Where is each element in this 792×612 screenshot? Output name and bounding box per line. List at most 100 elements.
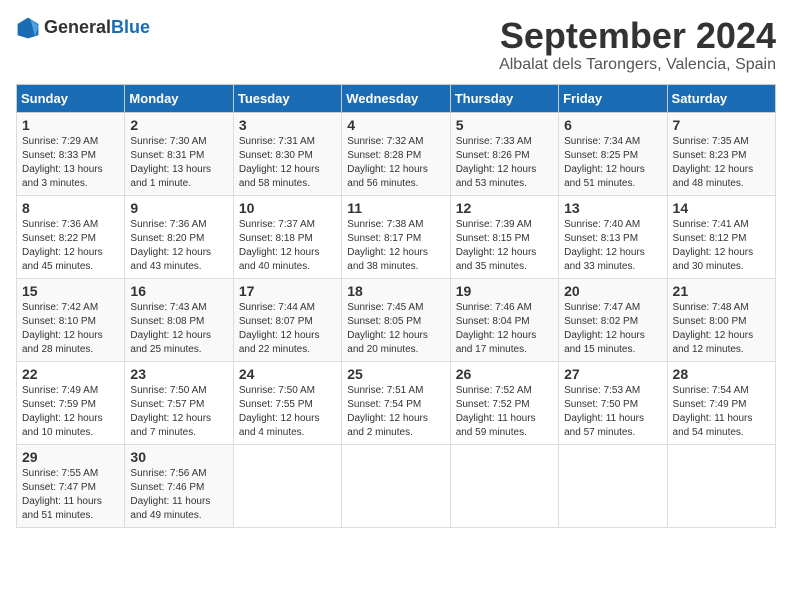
calendar-subtitle: Albalat dels Tarongers, Valencia, Spain (499, 56, 776, 74)
day-number: 24 (239, 366, 336, 382)
day-number: 22 (22, 366, 119, 382)
day-info: Sunrise: 7:33 AMSunset: 8:26 PMDaylight:… (456, 136, 537, 189)
table-row: 15 Sunrise: 7:42 AMSunset: 8:10 PMDaylig… (17, 278, 125, 361)
day-number: 20 (564, 283, 661, 299)
day-number: 17 (239, 283, 336, 299)
table-row: 19 Sunrise: 7:46 AMSunset: 8:04 PMDaylig… (450, 278, 558, 361)
table-row: 1 Sunrise: 7:29 AMSunset: 8:33 PMDayligh… (17, 112, 125, 195)
table-row: 17 Sunrise: 7:44 AMSunset: 8:07 PMDaylig… (233, 278, 341, 361)
day-info: Sunrise: 7:40 AMSunset: 8:13 PMDaylight:… (564, 219, 645, 272)
day-info: Sunrise: 7:45 AMSunset: 8:05 PMDaylight:… (347, 302, 428, 355)
day-info: Sunrise: 7:34 AMSunset: 8:25 PMDaylight:… (564, 136, 645, 189)
day-number: 12 (456, 200, 553, 216)
day-number: 15 (22, 283, 119, 299)
table-row: 14 Sunrise: 7:41 AMSunset: 8:12 PMDaylig… (667, 195, 775, 278)
day-number: 11 (347, 200, 444, 216)
table-row: 3 Sunrise: 7:31 AMSunset: 8:30 PMDayligh… (233, 112, 341, 195)
day-info: Sunrise: 7:50 AMSunset: 7:55 PMDaylight:… (239, 385, 320, 438)
calendar-title: September 2024 (499, 16, 776, 56)
day-info: Sunrise: 7:55 AMSunset: 7:47 PMDaylight:… (22, 468, 102, 521)
day-info: Sunrise: 7:35 AMSunset: 8:23 PMDaylight:… (673, 136, 754, 189)
day-number: 18 (347, 283, 444, 299)
day-info: Sunrise: 7:43 AMSunset: 8:08 PMDaylight:… (130, 302, 211, 355)
header: GeneralBlue September 2024 Albalat dels … (16, 16, 776, 74)
table-row: 12 Sunrise: 7:39 AMSunset: 8:15 PMDaylig… (450, 195, 558, 278)
day-info: Sunrise: 7:41 AMSunset: 8:12 PMDaylight:… (673, 219, 754, 272)
table-row (559, 444, 667, 527)
day-info: Sunrise: 7:39 AMSunset: 8:15 PMDaylight:… (456, 219, 537, 272)
table-row: 27 Sunrise: 7:53 AMSunset: 7:50 PMDaylig… (559, 361, 667, 444)
table-row: 30 Sunrise: 7:56 AMSunset: 7:46 PMDaylig… (125, 444, 233, 527)
table-row (233, 444, 341, 527)
day-number: 25 (347, 366, 444, 382)
table-row: 11 Sunrise: 7:38 AMSunset: 8:17 PMDaylig… (342, 195, 450, 278)
header-monday: Monday (125, 84, 233, 112)
table-row: 10 Sunrise: 7:37 AMSunset: 8:18 PMDaylig… (233, 195, 341, 278)
day-info: Sunrise: 7:56 AMSunset: 7:46 PMDaylight:… (130, 468, 210, 521)
header-thursday: Thursday (450, 84, 558, 112)
day-number: 1 (22, 117, 119, 133)
logo: GeneralBlue (16, 16, 150, 40)
day-info: Sunrise: 7:49 AMSunset: 7:59 PMDaylight:… (22, 385, 103, 438)
day-info: Sunrise: 7:50 AMSunset: 7:57 PMDaylight:… (130, 385, 211, 438)
calendar-week-row: 8 Sunrise: 7:36 AMSunset: 8:22 PMDayligh… (17, 195, 776, 278)
table-row: 24 Sunrise: 7:50 AMSunset: 7:55 PMDaylig… (233, 361, 341, 444)
day-info: Sunrise: 7:53 AMSunset: 7:50 PMDaylight:… (564, 385, 644, 438)
day-number: 8 (22, 200, 119, 216)
day-number: 7 (673, 117, 770, 133)
day-info: Sunrise: 7:44 AMSunset: 8:07 PMDaylight:… (239, 302, 320, 355)
calendar-table: Sunday Monday Tuesday Wednesday Thursday… (16, 84, 776, 528)
day-number: 13 (564, 200, 661, 216)
day-info: Sunrise: 7:52 AMSunset: 7:52 PMDaylight:… (456, 385, 536, 438)
table-row: 4 Sunrise: 7:32 AMSunset: 8:28 PMDayligh… (342, 112, 450, 195)
day-info: Sunrise: 7:31 AMSunset: 8:30 PMDaylight:… (239, 136, 320, 189)
table-row: 25 Sunrise: 7:51 AMSunset: 7:54 PMDaylig… (342, 361, 450, 444)
days-header-row: Sunday Monday Tuesday Wednesday Thursday… (17, 84, 776, 112)
table-row: 2 Sunrise: 7:30 AMSunset: 8:31 PMDayligh… (125, 112, 233, 195)
day-info: Sunrise: 7:54 AMSunset: 7:49 PMDaylight:… (673, 385, 753, 438)
day-info: Sunrise: 7:29 AMSunset: 8:33 PMDaylight:… (22, 136, 103, 189)
day-number: 26 (456, 366, 553, 382)
table-row: 29 Sunrise: 7:55 AMSunset: 7:47 PMDaylig… (17, 444, 125, 527)
table-row: 18 Sunrise: 7:45 AMSunset: 8:05 PMDaylig… (342, 278, 450, 361)
logo-general: GeneralBlue (44, 18, 150, 38)
table-row: 7 Sunrise: 7:35 AMSunset: 8:23 PMDayligh… (667, 112, 775, 195)
table-row: 21 Sunrise: 7:48 AMSunset: 8:00 PMDaylig… (667, 278, 775, 361)
table-row: 26 Sunrise: 7:52 AMSunset: 7:52 PMDaylig… (450, 361, 558, 444)
day-info: Sunrise: 7:48 AMSunset: 8:00 PMDaylight:… (673, 302, 754, 355)
header-friday: Friday (559, 84, 667, 112)
day-info: Sunrise: 7:30 AMSunset: 8:31 PMDaylight:… (130, 136, 211, 189)
day-number: 30 (130, 449, 227, 465)
day-info: Sunrise: 7:36 AMSunset: 8:22 PMDaylight:… (22, 219, 103, 272)
day-number: 9 (130, 200, 227, 216)
calendar-week-row: 15 Sunrise: 7:42 AMSunset: 8:10 PMDaylig… (17, 278, 776, 361)
day-info: Sunrise: 7:38 AMSunset: 8:17 PMDaylight:… (347, 219, 428, 272)
table-row (450, 444, 558, 527)
table-row: 16 Sunrise: 7:43 AMSunset: 8:08 PMDaylig… (125, 278, 233, 361)
day-info: Sunrise: 7:51 AMSunset: 7:54 PMDaylight:… (347, 385, 428, 438)
table-row: 22 Sunrise: 7:49 AMSunset: 7:59 PMDaylig… (17, 361, 125, 444)
logo-icon (16, 16, 40, 40)
table-row: 23 Sunrise: 7:50 AMSunset: 7:57 PMDaylig… (125, 361, 233, 444)
day-number: 19 (456, 283, 553, 299)
day-number: 27 (564, 366, 661, 382)
table-row: 20 Sunrise: 7:47 AMSunset: 8:02 PMDaylig… (559, 278, 667, 361)
table-row (342, 444, 450, 527)
calendar-week-row: 22 Sunrise: 7:49 AMSunset: 7:59 PMDaylig… (17, 361, 776, 444)
day-number: 28 (673, 366, 770, 382)
day-number: 2 (130, 117, 227, 133)
table-row: 5 Sunrise: 7:33 AMSunset: 8:26 PMDayligh… (450, 112, 558, 195)
table-row: 28 Sunrise: 7:54 AMSunset: 7:49 PMDaylig… (667, 361, 775, 444)
day-number: 4 (347, 117, 444, 133)
day-number: 5 (456, 117, 553, 133)
day-number: 10 (239, 200, 336, 216)
day-number: 23 (130, 366, 227, 382)
header-tuesday: Tuesday (233, 84, 341, 112)
table-row: 13 Sunrise: 7:40 AMSunset: 8:13 PMDaylig… (559, 195, 667, 278)
day-info: Sunrise: 7:32 AMSunset: 8:28 PMDaylight:… (347, 136, 428, 189)
day-info: Sunrise: 7:42 AMSunset: 8:10 PMDaylight:… (22, 302, 103, 355)
day-info: Sunrise: 7:36 AMSunset: 8:20 PMDaylight:… (130, 219, 211, 272)
table-row: 9 Sunrise: 7:36 AMSunset: 8:20 PMDayligh… (125, 195, 233, 278)
day-info: Sunrise: 7:47 AMSunset: 8:02 PMDaylight:… (564, 302, 645, 355)
day-number: 3 (239, 117, 336, 133)
